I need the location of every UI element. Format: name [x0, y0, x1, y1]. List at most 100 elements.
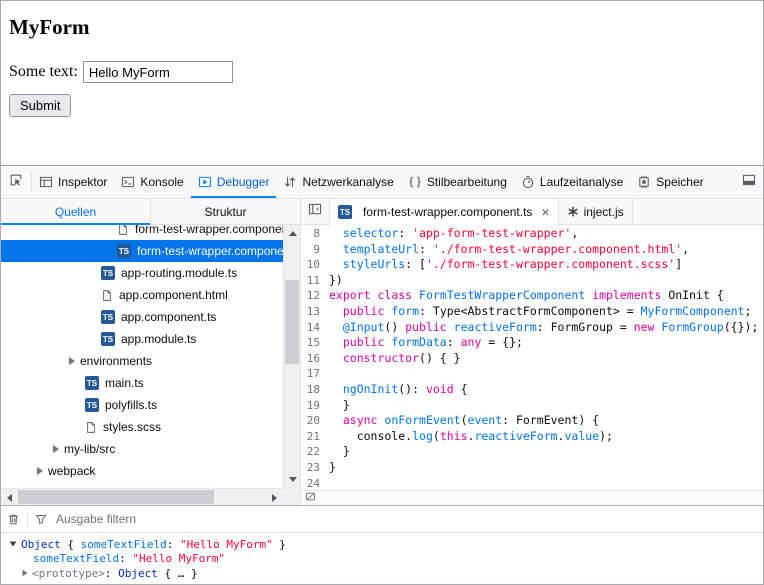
- scroll-up-button[interactable]: [284, 225, 300, 242]
- devtools-tab-inspektor[interactable]: Inspektor: [32, 166, 114, 198]
- line-number: 12: [301, 288, 329, 304]
- tree-item-webpack[interactable]: webpack: [1, 460, 283, 482]
- token: someTextField: [81, 538, 167, 551]
- devtools-tab-laufzeitanalyse[interactable]: Laufzeitanalyse: [514, 166, 630, 198]
- tree-item-label: environments: [80, 354, 152, 368]
- token: (: [461, 413, 468, 427]
- tree-item-app-component-html[interactable]: app.component.html: [1, 284, 283, 306]
- token: [329, 226, 343, 240]
- collapse-panes-button[interactable]: [301, 199, 329, 224]
- toolbox-dock-button[interactable]: [735, 166, 763, 198]
- code-line-18: 18 ngOnInit(): void {: [301, 382, 763, 398]
- console-row-text: Object { someTextField: "Hello MyForm" }: [21, 538, 286, 551]
- token: constructor: [343, 351, 419, 365]
- scrollbar-thumb[interactable]: [285, 280, 299, 364]
- token: = {};: [481, 335, 523, 349]
- pick-element-button[interactable]: [1, 166, 31, 198]
- token: ():: [398, 382, 426, 396]
- devtools-tab-stilbearbeitung[interactable]: Stilbearbeitung: [401, 166, 514, 198]
- token: :: [167, 538, 180, 551]
- scroll-left-button[interactable]: [1, 489, 18, 505]
- token: [329, 304, 343, 318]
- tree-item-app-module-ts[interactable]: TSapp.module.ts: [1, 328, 283, 350]
- tree-item-styles-scss[interactable]: styles.scss: [1, 416, 283, 438]
- code-content: ngOnInit(): void {: [329, 382, 468, 398]
- token: FormGroup: [661, 320, 723, 334]
- sidebar-tab-quellen[interactable]: Quellen: [1, 199, 150, 224]
- token: ,: [682, 242, 689, 256]
- source-tab-inject-js[interactable]: inject.js: [559, 199, 633, 224]
- devtools-tab-konsole[interactable]: Konsole: [114, 166, 190, 198]
- console-filter-input[interactable]: [54, 511, 757, 527]
- clear-console-button[interactable]: [7, 513, 20, 526]
- console-row: <prototype>: Object { … }: [1, 566, 763, 581]
- collapse-arrow-icon[interactable]: [10, 542, 17, 547]
- source-tab-form-test-wrapper-component-ts[interactable]: TSform-test-wrapper.component.ts×: [329, 199, 559, 225]
- tree-item-form-test-wrapper-component-ts[interactable]: TSform-test-wrapper.component.ts: [1, 240, 283, 262]
- tab-label: Debugger: [217, 175, 270, 189]
- token: }: [329, 444, 350, 458]
- tree-item-app-routing-module-ts[interactable]: TSapp-routing.module.ts: [1, 262, 283, 284]
- line-number: 13: [301, 304, 329, 320]
- tree-item-main-ts[interactable]: TSmain.ts: [1, 372, 283, 394]
- close-tab-icon[interactable]: ×: [541, 205, 549, 219]
- scroll-right-button[interactable]: [266, 489, 283, 505]
- toolbox-dock-icon: [742, 173, 756, 192]
- expand-arrow-icon[interactable]: [22, 570, 27, 577]
- devtools-tab-netzwerkanalyse[interactable]: Netzwerkanalyse: [276, 166, 400, 198]
- vertical-scrollbar[interactable]: [283, 225, 300, 488]
- token: :: [398, 226, 412, 240]
- tree-item-environments[interactable]: environments: [1, 350, 283, 372]
- code-line-20: 20 async onFormEvent(event: FormEvent) {: [301, 413, 763, 429]
- some-text-input[interactable]: [83, 61, 233, 83]
- code-line-13: 13 public form: Type<AbstractFormCompone…: [301, 304, 763, 320]
- token: styleUrls: [343, 257, 405, 271]
- down-arrow-icon: [289, 477, 297, 482]
- devtools-tab-debugger[interactable]: Debugger: [191, 166, 277, 198]
- token: [447, 320, 454, 334]
- line-number: 21: [301, 429, 329, 445]
- tab-label: Konsole: [140, 175, 183, 189]
- tree-item-label: app.component.html: [119, 288, 228, 302]
- expand-arrow-icon[interactable]: [69, 357, 75, 365]
- console-row-text: someTextField: "Hello MyForm": [33, 552, 225, 565]
- line-number: 17: [301, 366, 329, 382]
- expand-arrow-icon[interactable]: [37, 467, 43, 475]
- sidebar-tab-struktur[interactable]: Struktur: [150, 199, 300, 224]
- code-content: }: [329, 444, 350, 460]
- pick-element-icon: [9, 173, 23, 192]
- tree-item-polyfills-ts[interactable]: TSpolyfills.ts: [1, 394, 283, 416]
- scrollbar-track[interactable]: [284, 242, 300, 471]
- code-content: styleUrls: ['./form-test-wrapper.compone…: [329, 257, 682, 273]
- token: someTextField: [33, 552, 119, 565]
- devtools-panel: InspektorKonsoleDebuggerNetzwerkanalyseS…: [1, 165, 763, 584]
- console-split-panel: Object { someTextField: "Hello MyForm" }…: [1, 505, 763, 584]
- scrollbar-track[interactable]: [18, 489, 266, 505]
- editor-footer: [301, 490, 763, 505]
- token: class: [377, 288, 412, 302]
- file-icon: [117, 225, 129, 236]
- code-editor[interactable]: 8 selector: 'app-form-test-wrapper',9 te…: [301, 225, 763, 490]
- token: implements: [592, 288, 661, 302]
- up-arrow-icon: [289, 231, 297, 236]
- token: { … }: [158, 567, 198, 580]
- console-toolbar: [1, 506, 763, 533]
- scrollbar-thumb[interactable]: [18, 490, 214, 504]
- scroll-down-button[interactable]: [284, 471, 300, 488]
- sources-sidebar: QuellenStruktur form-test-wrapper.compon…: [1, 199, 301, 505]
- horizontal-scrollbar[interactable]: [1, 488, 283, 505]
- token: [329, 335, 343, 349]
- tree-item-my-lib-src[interactable]: my-lib/src: [1, 438, 283, 460]
- submit-button[interactable]: Submit: [9, 94, 71, 117]
- devtools-tab-speicher[interactable]: Speicher: [630, 166, 710, 198]
- tree-item-label: form-test-wrapper.component.ts: [137, 244, 283, 258]
- source-tree: form-test-wrapper.component.htmlTSform-t…: [1, 225, 283, 488]
- tree-item-app-component-ts[interactable]: TSapp.component.ts: [1, 306, 283, 328]
- code-line-22: 22 }: [301, 444, 763, 460]
- expand-arrow-icon[interactable]: [53, 445, 59, 453]
- tree-item-form-test-wrapper-component-html[interactable]: form-test-wrapper.component.html: [1, 225, 283, 240]
- source-editor: TSform-test-wrapper.component.ts×inject.…: [301, 199, 763, 505]
- code-line-8: 8 selector: 'app-form-test-wrapper',: [301, 226, 763, 242]
- toolbar-separator: [27, 511, 28, 527]
- token: './form-test-wrapper.component.scss': [426, 257, 675, 271]
